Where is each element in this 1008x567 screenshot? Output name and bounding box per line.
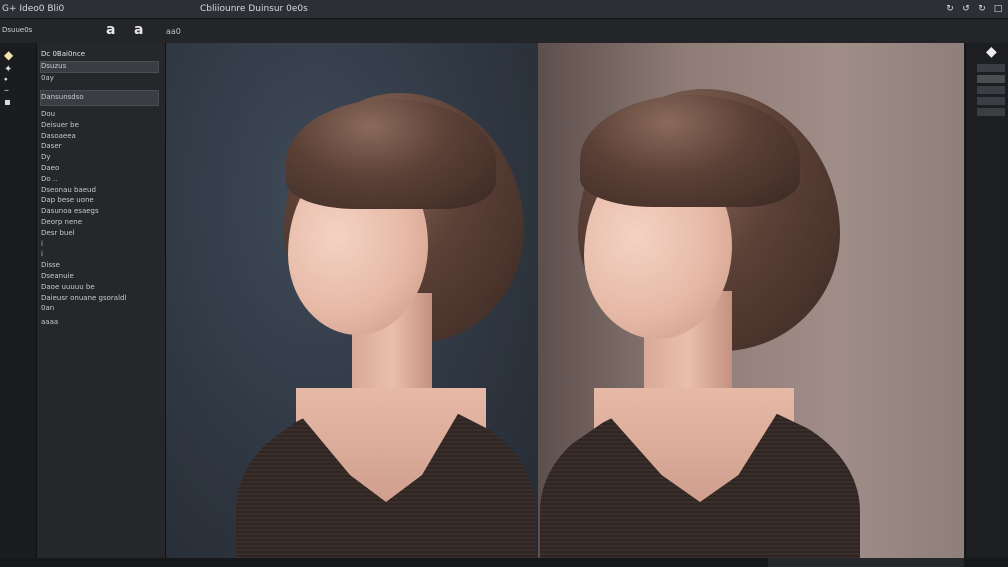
app-title: G+ Ideo0 Bli0: [2, 4, 65, 14]
document-title: Cbliiounre Duinsur 0e0s: [200, 4, 308, 14]
toolbar-label: Dsuue0s: [2, 26, 33, 34]
redo-icon[interactable]: ↻: [976, 3, 988, 15]
maximize-icon[interactable]: □: [992, 3, 1004, 15]
panel-list-item[interactable]: Dasoaeea: [41, 132, 76, 141]
panel-list-item[interactable]: Desr buel: [41, 229, 75, 238]
panel-list-item[interactable]: Daoe uuuuu be: [41, 283, 95, 292]
status-item-4: [902, 558, 964, 567]
right-panel-item-4[interactable]: [977, 97, 1005, 105]
panel-header: Dc 0Bai0nce: [41, 50, 85, 58]
panel-list-item[interactable]: Daser: [41, 142, 62, 151]
panel-list-item[interactable]: Dseonau baeud: [41, 186, 96, 195]
panel-list-item[interactable]: Dy: [41, 153, 51, 162]
line-tool-icon[interactable]: –: [4, 85, 9, 96]
panel-row-1: 0ay: [41, 74, 54, 82]
right-panel-item-1[interactable]: [977, 64, 1005, 72]
tool-a-button[interactable]: a: [106, 22, 115, 38]
refresh-icon[interactable]: ↻: [944, 3, 956, 15]
right-panel-item-3[interactable]: [977, 86, 1005, 94]
status-item-3: [870, 558, 902, 567]
panel-field-2-value: Dansunsdso: [41, 93, 84, 101]
shape-tool-icon[interactable]: ▪: [4, 97, 11, 108]
panel-list-item[interactable]: i: [41, 250, 43, 259]
status-item-1: [768, 558, 834, 567]
panel-list-item[interactable]: 0an: [41, 304, 54, 313]
undo-icon[interactable]: ↺: [960, 3, 972, 15]
panel-list-item[interactable]: Daieusr onuane gsoraldl: [41, 294, 126, 303]
panel-list-item[interactable]: aaaa: [41, 318, 58, 327]
panel-field-1-value: Dsuzus: [41, 62, 67, 70]
pen-tool-icon[interactable]: ◆: [986, 44, 997, 60]
image-after[interactable]: [538, 43, 964, 558]
status-item-2: [834, 558, 870, 567]
right-panel-item-2[interactable]: [977, 75, 1005, 83]
right-panel: [965, 43, 1008, 567]
left-tool-strip: [0, 43, 37, 567]
lasso-tool-icon[interactable]: ⬩: [4, 74, 8, 85]
panel-list-item[interactable]: Do ..: [41, 175, 57, 184]
tool-b-button[interactable]: a: [134, 22, 143, 38]
panel-list-item[interactable]: Dou: [41, 110, 55, 119]
panel-list-item[interactable]: Disse: [41, 261, 60, 270]
panel-list-item[interactable]: Deorp nene: [41, 218, 82, 227]
image-before[interactable]: [166, 43, 538, 558]
panel-list-item[interactable]: Dseanuie: [41, 272, 74, 281]
toolbar: [0, 19, 1008, 43]
right-panel-item-5[interactable]: [977, 108, 1005, 116]
panel-list-item[interactable]: Deisuer be: [41, 121, 79, 130]
panel-list-item[interactable]: i: [41, 240, 43, 249]
fill-tool-icon[interactable]: ◆: [4, 48, 13, 62]
panel-list-item[interactable]: Dasunoa esaegs: [41, 207, 99, 216]
panel-list-item[interactable]: Dap bese uone: [41, 196, 94, 205]
panel-list-item[interactable]: Daeo: [41, 164, 59, 173]
window-controls: ↻ ↺ ↻ □: [944, 0, 1004, 18]
tool-c-button[interactable]: aa0: [166, 27, 181, 36]
title-bar: [0, 0, 1008, 19]
